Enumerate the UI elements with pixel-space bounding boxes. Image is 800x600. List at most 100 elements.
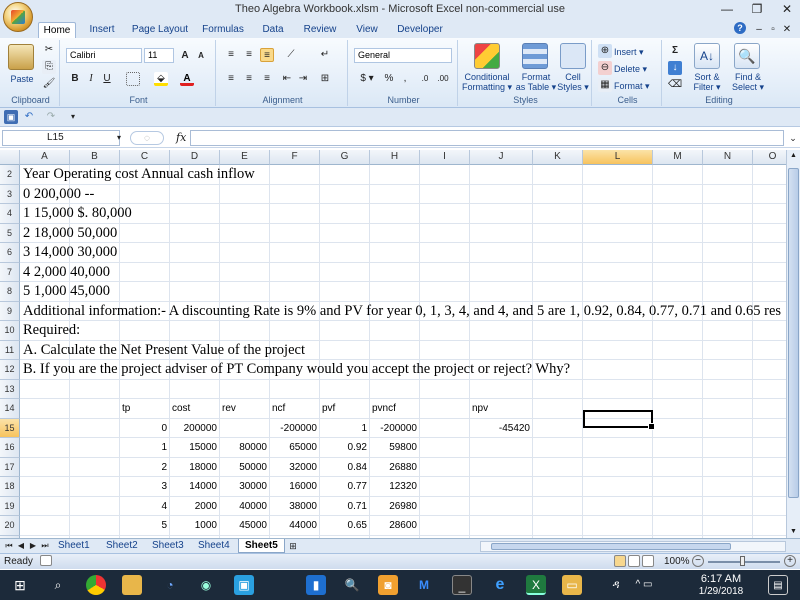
zoom-in-icon[interactable]: + — [784, 555, 796, 567]
align-right-icon[interactable]: ≡ — [260, 72, 274, 86]
table-cell-tp[interactable]: 4 — [120, 501, 167, 512]
file-explorer-icon[interactable] — [122, 575, 142, 595]
row-header-10[interactable]: 10 — [0, 321, 20, 341]
format-painter-icon[interactable]: 🖌 — [42, 77, 56, 91]
terminal-icon[interactable]: _ — [452, 575, 472, 595]
scroll-up-icon[interactable]: ▲ — [788, 150, 799, 162]
row-header-11[interactable]: 11 — [0, 340, 20, 360]
app-icon-3[interactable]: ▣ — [234, 575, 254, 595]
column-header-E[interactable]: E — [220, 150, 270, 165]
column-header-C[interactable]: C — [120, 150, 170, 165]
system-tray-icons[interactable]: ^ ▭ ◁ — [634, 575, 654, 600]
zoom-level[interactable]: 100% — [664, 556, 690, 567]
ribbon-close-icon[interactable]: ✕ — [780, 21, 794, 38]
increase-indent-icon[interactable]: ⇥ — [296, 72, 310, 86]
table-cell-pvf[interactable]: 0.84 — [320, 462, 367, 473]
font-name-select[interactable]: Calibri — [66, 48, 142, 63]
tab-page-layout[interactable]: Page Layout — [128, 22, 192, 38]
save-icon[interactable]: ▣ — [4, 110, 18, 124]
sheet-text-line[interactable]: 3 14,000 30,000 — [23, 244, 117, 261]
chrome-icon[interactable] — [86, 575, 106, 595]
scroll-down-icon[interactable]: ▼ — [788, 526, 799, 538]
format-cells-icon[interactable]: ▦ — [598, 78, 612, 92]
row-header-13[interactable]: 13 — [0, 379, 20, 399]
table-cell-tp[interactable]: 2 — [120, 462, 167, 473]
table-cell-rev[interactable]: 45000 — [220, 520, 267, 531]
excel-taskbar-icon[interactable]: X — [526, 575, 546, 595]
row-header-17[interactable]: 17 — [0, 457, 20, 477]
paste-icon[interactable] — [8, 44, 34, 70]
italic-button[interactable]: I — [84, 72, 98, 86]
ribbon-minimize-icon[interactable]: – — [752, 21, 766, 38]
row-header-14[interactable]: 14 — [0, 399, 20, 419]
table-cell-cost[interactable]: 14000 — [170, 481, 217, 492]
expand-formula-bar-icon[interactable]: ⌄ — [786, 131, 800, 145]
table-cell-tp[interactable]: 1 — [120, 442, 167, 453]
horizontal-scrollbar[interactable] — [480, 541, 786, 552]
format-button[interactable]: Format ▾ — [614, 81, 658, 91]
zoom-out-icon[interactable]: − — [692, 555, 704, 567]
tab-review[interactable]: Review — [298, 22, 342, 38]
sheet-tab-1[interactable]: Sheet1 — [52, 539, 96, 553]
table-header-rev[interactable]: rev — [222, 403, 272, 414]
autosum-icon[interactable]: Σ — [668, 44, 682, 58]
row-header-5[interactable]: 5 — [0, 223, 20, 243]
select-all-corner[interactable] — [0, 150, 20, 165]
insert-button[interactable]: Insert ▾ — [614, 47, 658, 57]
row-header-6[interactable]: 6 — [0, 243, 20, 263]
sheet-text-line[interactable]: 1 15,000 $. 80,000 — [23, 205, 132, 222]
tab-view[interactable]: View — [350, 22, 384, 38]
align-left-icon[interactable]: ≡ — [224, 72, 238, 86]
table-cell-pvncf[interactable]: -200000 — [370, 423, 417, 434]
zoom-slider-thumb[interactable] — [740, 556, 745, 566]
sort-filter-icon[interactable]: A↓ — [694, 43, 720, 69]
normal-view-icon[interactable] — [614, 555, 626, 567]
column-header-B[interactable]: B — [70, 150, 120, 165]
fill-icon[interactable]: ↓ — [668, 61, 682, 75]
increase-decimal-icon[interactable]: .0 — [418, 72, 432, 86]
table-cell-cost[interactable]: 15000 — [170, 442, 217, 453]
sheet-text-line[interactable]: 0 200,000 -- — [23, 186, 94, 203]
office-button[interactable] — [3, 2, 33, 32]
tab-data[interactable]: Data — [256, 22, 290, 38]
redo-icon[interactable]: ↷ — [44, 110, 58, 124]
fill-color-icon[interactable]: ⬙ — [154, 72, 168, 86]
people-icon[interactable]: ዳ — [606, 575, 626, 595]
table-cell-cost[interactable]: 18000 — [170, 462, 217, 473]
font-size-select[interactable]: 11 — [144, 48, 174, 63]
table-cell-pvncf[interactable]: 12320 — [370, 481, 417, 492]
sheet-tab-2[interactable]: Sheet2 — [100, 539, 144, 553]
sort-filter-button[interactable]: Sort & Filter ▾ — [688, 72, 726, 92]
sheet-text-line[interactable]: 5 1,000 45,000 — [23, 283, 110, 300]
table-cell-cost[interactable]: 2000 — [170, 501, 217, 512]
notifications-icon[interactable]: ▤ — [768, 575, 788, 595]
underline-button[interactable]: U — [100, 72, 114, 86]
table-cell-tp[interactable]: 5 — [120, 520, 167, 531]
tab-formulas[interactable]: Formulas — [198, 22, 248, 38]
tab-insert[interactable]: Insert — [82, 22, 122, 38]
column-header-D[interactable]: D — [170, 150, 220, 165]
cell-styles-icon[interactable] — [560, 43, 586, 69]
sheet-text-line[interactable]: Required: — [23, 322, 80, 339]
table-cell-pvf[interactable]: 0.71 — [320, 501, 367, 512]
app-icon-5[interactable]: ◙ — [378, 575, 398, 595]
row-header-8[interactable]: 8 — [0, 282, 20, 302]
table-header-ncf[interactable]: ncf — [272, 403, 322, 414]
format-as-table-icon[interactable] — [522, 43, 548, 69]
clock-time[interactable]: 6:17 AM — [694, 573, 748, 585]
table-cell-tp[interactable]: 0 — [120, 423, 167, 434]
app-icon-4[interactable]: ▮ — [306, 575, 326, 595]
table-cell-pvncf[interactable]: 26980 — [370, 501, 417, 512]
cut-icon[interactable]: ✂ — [42, 43, 56, 57]
table-cell-pvf[interactable]: 0.77 — [320, 481, 367, 492]
row-header-20[interactable]: 20 — [0, 516, 20, 536]
number-format-select[interactable]: General — [354, 48, 452, 63]
name-box-dropdown-icon[interactable]: ▾ — [112, 131, 126, 145]
column-header-L[interactable]: L — [583, 150, 653, 165]
row-header-12[interactable]: 12 — [0, 360, 20, 380]
paste-button[interactable]: Paste — [4, 74, 40, 84]
table-cell-cost[interactable]: 200000 — [170, 423, 217, 434]
table-cell-cost[interactable]: 1000 — [170, 520, 217, 531]
close-button[interactable]: ✕ — [772, 1, 800, 18]
table-cell-rev[interactable]: 80000 — [220, 442, 267, 453]
